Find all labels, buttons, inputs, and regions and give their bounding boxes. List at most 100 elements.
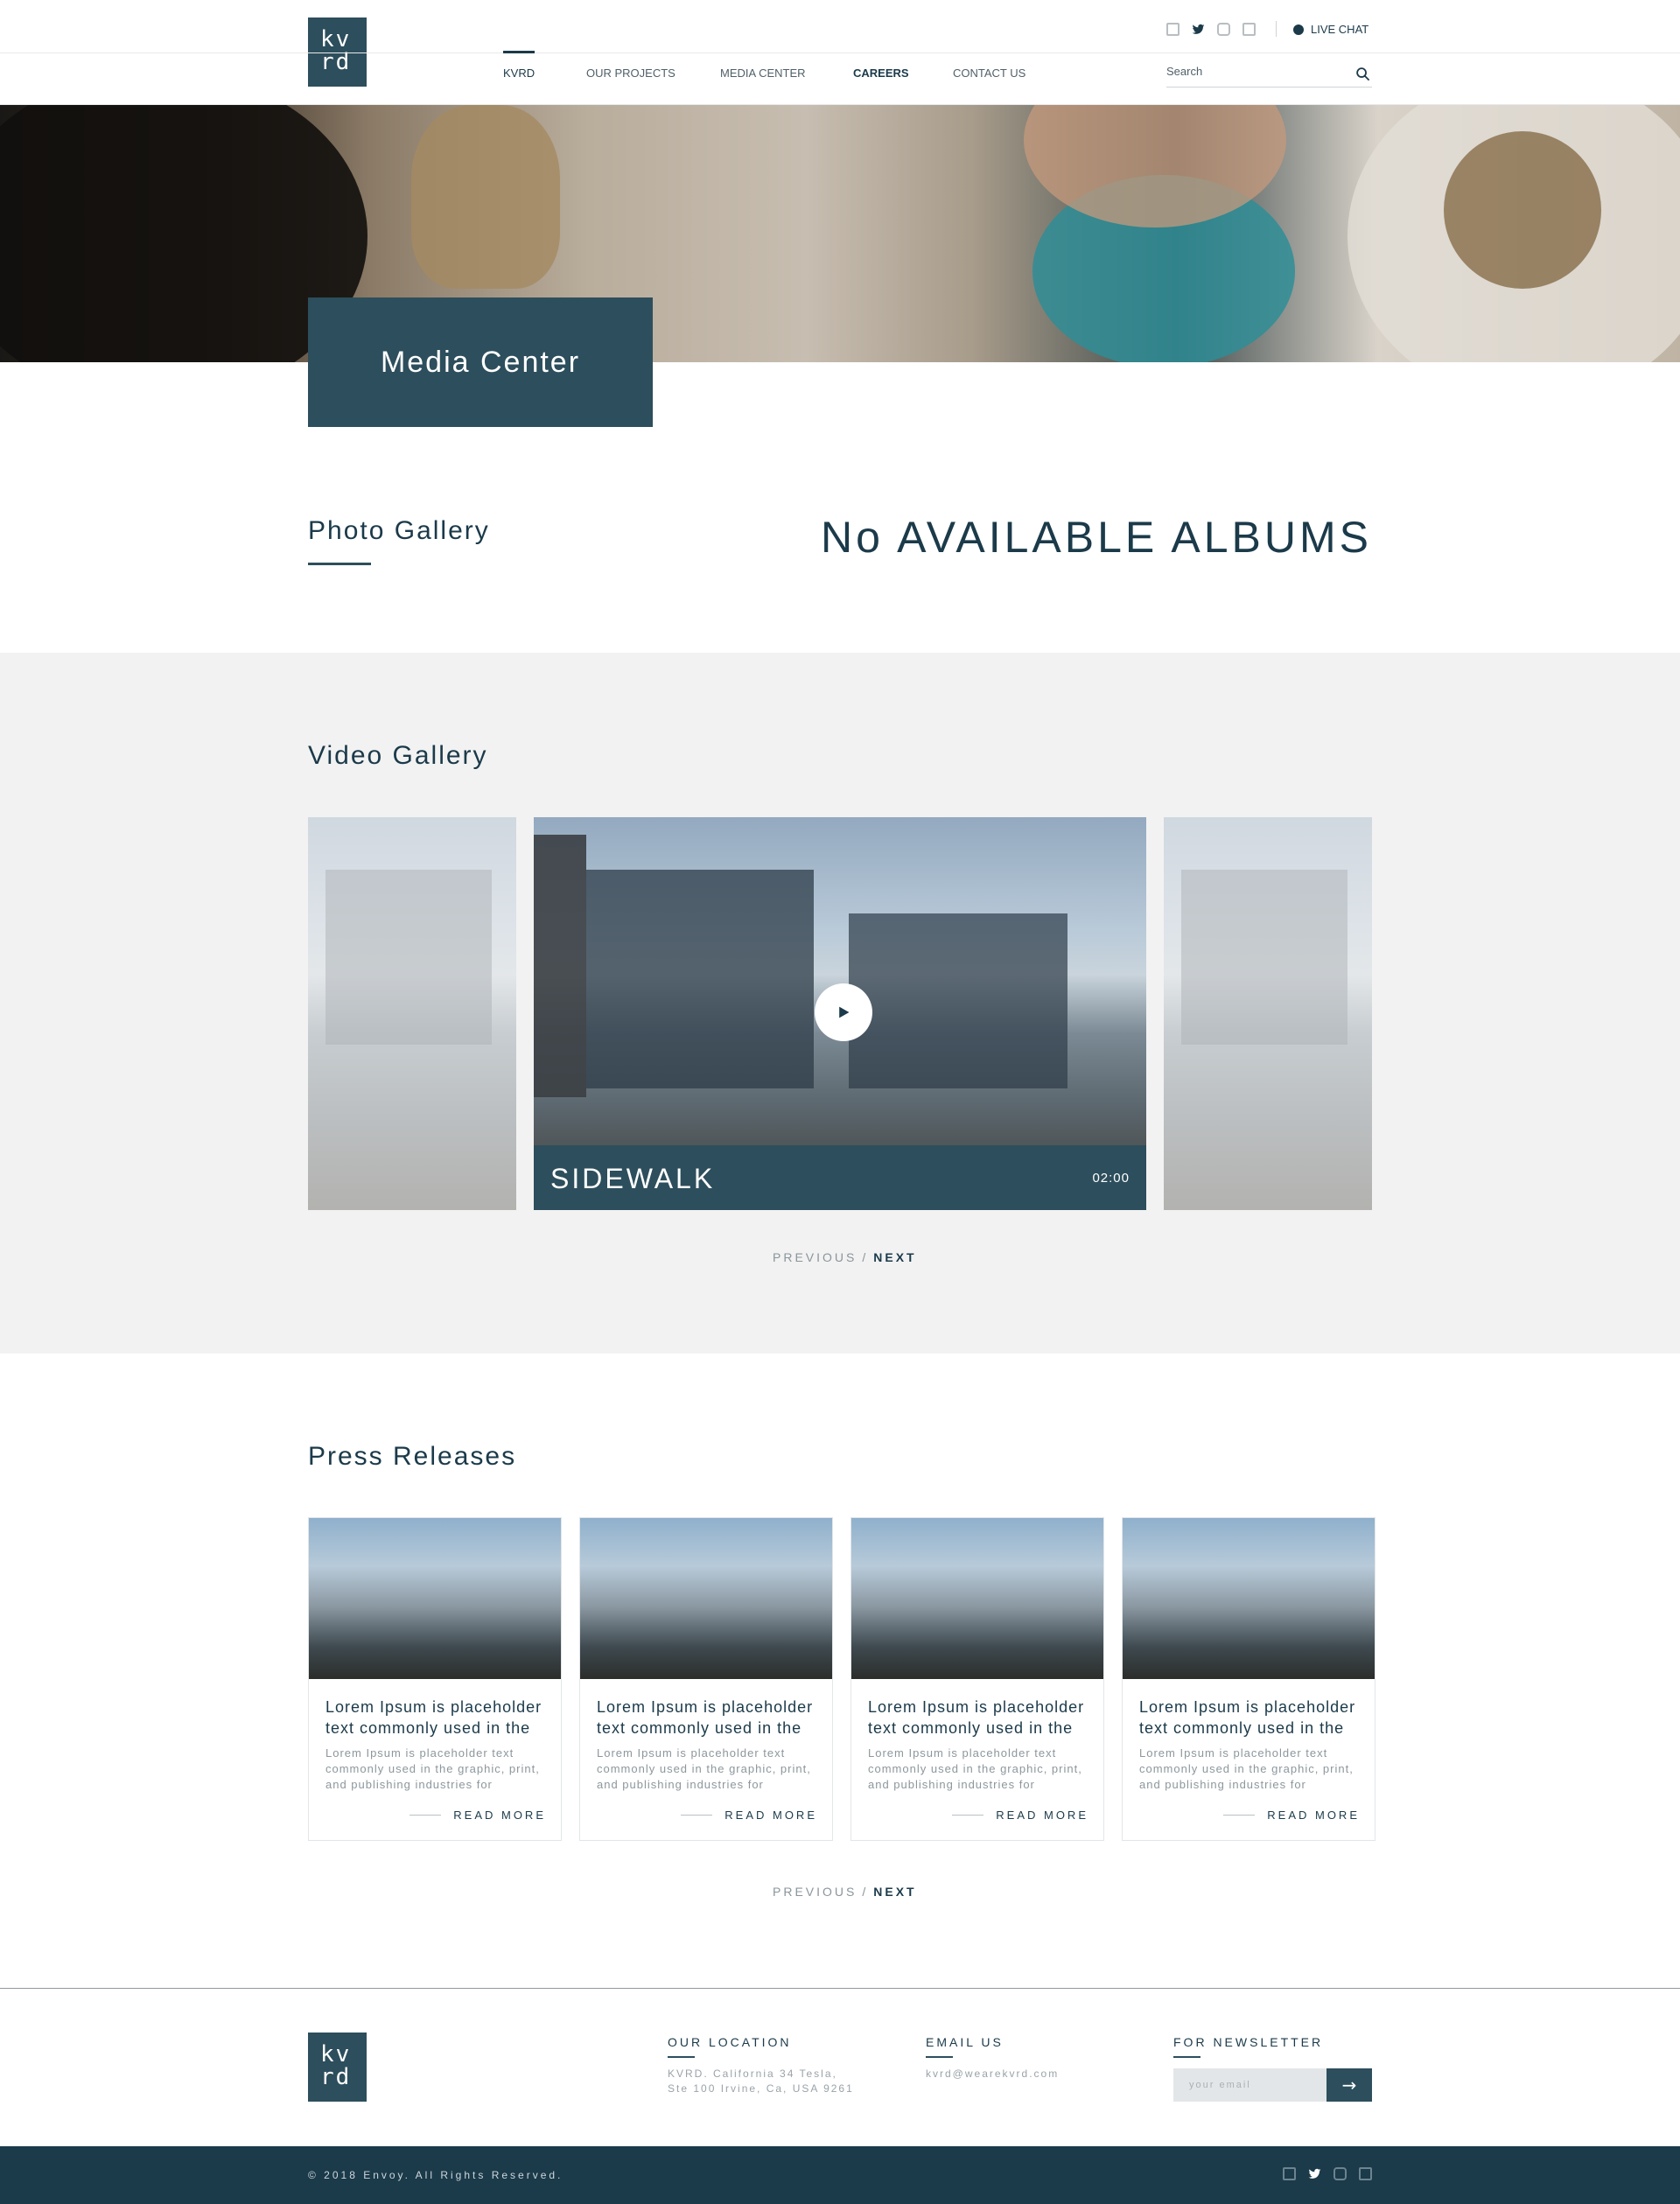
read-more-link[interactable]: READ MORE bbox=[681, 1809, 817, 1822]
press-prev-link[interactable]: PREVIOUS bbox=[773, 1885, 857, 1899]
nav-item-media-center[interactable]: MEDIA CENTER bbox=[720, 66, 806, 80]
facebook-icon[interactable] bbox=[1283, 2167, 1296, 2180]
no-albums-message: No AVAILABLE ALBUMS bbox=[821, 513, 1372, 562]
video-title: SIDEWALK bbox=[550, 1163, 716, 1194]
read-more-label: READ MORE bbox=[453, 1809, 546, 1822]
page: kv rd LIVE CHAT KVRD OUR PROJECTS MEDIA … bbox=[0, 0, 1680, 2204]
photo-gallery-underline bbox=[308, 563, 371, 565]
press-card[interactable]: Lorem Ipsum is placeholder text commonly… bbox=[1122, 1517, 1376, 1841]
nav-item-careers[interactable]: CAREERS bbox=[853, 66, 909, 80]
nav-item-kvrd[interactable]: KVRD bbox=[503, 66, 535, 80]
video-thumb-previous[interactable] bbox=[308, 817, 516, 1210]
press-card-image bbox=[851, 1518, 1103, 1679]
nav-item-our-projects[interactable]: OUR PROJECTS bbox=[586, 66, 676, 80]
search-input[interactable] bbox=[1166, 65, 1341, 78]
copyright: © 2018 Envoy. All Rights Reserved. bbox=[308, 2169, 564, 2181]
live-chat-button[interactable]: LIVE CHAT bbox=[1293, 23, 1368, 36]
newsletter-heading: FOR NEWSLETTER bbox=[1173, 2035, 1324, 2049]
live-chat-label: LIVE CHAT bbox=[1311, 23, 1369, 36]
play-icon bbox=[839, 1006, 850, 1018]
press-card-excerpt: Lorem Ipsum is placeholder text commonly… bbox=[1139, 1746, 1354, 1791]
email-underline bbox=[926, 2056, 953, 2058]
newsletter-underline bbox=[1173, 2056, 1200, 2058]
read-more-line bbox=[1223, 1815, 1256, 1816]
newsletter-email-input[interactable] bbox=[1173, 2068, 1326, 2102]
linkedin-icon[interactable] bbox=[1242, 23, 1256, 36]
pager-separator: / bbox=[862, 1250, 869, 1264]
pager-separator: / bbox=[862, 1885, 869, 1899]
read-more-line bbox=[410, 1815, 442, 1816]
footer-social bbox=[1283, 2167, 1372, 2180]
chat-icon bbox=[1293, 24, 1304, 35]
location-heading: OUR LOCATION bbox=[668, 2035, 792, 2049]
press-card-title[interactable]: Lorem Ipsum is placeholder text commonly… bbox=[597, 1697, 820, 1739]
newsletter-form: → bbox=[1173, 2068, 1372, 2102]
read-more-link[interactable]: READ MORE bbox=[952, 1809, 1088, 1822]
photo-gallery-title: Photo Gallery bbox=[308, 516, 490, 545]
press-card[interactable]: Lorem Ipsum is placeholder text commonly… bbox=[579, 1517, 833, 1841]
video-prev-link[interactable]: PREVIOUS bbox=[773, 1250, 857, 1264]
read-more-label: READ MORE bbox=[724, 1809, 817, 1822]
press-pager: PREVIOUS / NEXT bbox=[773, 1885, 917, 1899]
search-box bbox=[1166, 65, 1372, 87]
press-card-image bbox=[1123, 1518, 1375, 1679]
press-card-title[interactable]: Lorem Ipsum is placeholder text commonly… bbox=[1139, 1697, 1362, 1739]
play-button[interactable] bbox=[815, 983, 872, 1041]
footer-location: OUR LOCATION KVRD. California 34 Tesla, … bbox=[668, 2035, 854, 2096]
email-address[interactable]: kvrd@wearekvrd.com bbox=[926, 2067, 1059, 2082]
video-pager: PREVIOUS / NEXT bbox=[773, 1250, 917, 1264]
video-duration: 02:00 bbox=[1092, 1171, 1130, 1186]
read-more-label: READ MORE bbox=[1267, 1809, 1360, 1822]
read-more-label: READ MORE bbox=[996, 1809, 1088, 1822]
twitter-icon[interactable] bbox=[1308, 2167, 1321, 2180]
instagram-icon[interactable] bbox=[1334, 2167, 1347, 2180]
logo-line-1: kv bbox=[320, 2041, 352, 2068]
footer-newsletter: FOR NEWSLETTER → bbox=[1173, 2035, 1372, 2102]
header-divider bbox=[1276, 21, 1277, 37]
press-card-image bbox=[580, 1518, 832, 1679]
logo-line-1: kv bbox=[320, 26, 352, 52]
read-more-link[interactable]: READ MORE bbox=[1223, 1809, 1360, 1822]
read-more-line bbox=[952, 1815, 984, 1816]
email-heading: EMAIL US bbox=[926, 2035, 1004, 2049]
press-next-link[interactable]: NEXT bbox=[873, 1885, 916, 1899]
read-more-link[interactable]: READ MORE bbox=[410, 1809, 546, 1822]
logo-line-2: rd bbox=[320, 2064, 352, 2090]
address-line-2: Ste 100 Irvine, Ca, USA 9261 bbox=[668, 2082, 854, 2095]
video-caption: SIDEWALK 02:00 bbox=[534, 1145, 1146, 1210]
hero-title: Media Center bbox=[308, 297, 653, 427]
footer-email: EMAIL US kvrd@wearekvrd.com bbox=[926, 2035, 1059, 2082]
nav-item-contact-us[interactable]: CONTACT US bbox=[953, 66, 1026, 80]
address-line-1: KVRD. California 34 Tesla, bbox=[668, 2068, 837, 2080]
press-releases-title: Press Releases bbox=[308, 1442, 517, 1471]
footer-divider bbox=[0, 1988, 1680, 1989]
search-icon[interactable] bbox=[1355, 66, 1370, 81]
press-card-excerpt: Lorem Ipsum is placeholder text commonly… bbox=[326, 1746, 540, 1791]
twitter-icon[interactable] bbox=[1192, 23, 1205, 36]
footer-logo[interactable]: kv rd bbox=[308, 2033, 367, 2102]
newsletter-submit-button[interactable]: → bbox=[1326, 2068, 1372, 2102]
instagram-icon[interactable] bbox=[1217, 23, 1230, 36]
footer-bottom-bar: © 2018 Envoy. All Rights Reserved. bbox=[0, 2146, 1680, 2204]
press-card-excerpt: Lorem Ipsum is placeholder text commonly… bbox=[868, 1746, 1082, 1791]
header-social bbox=[1166, 23, 1256, 36]
hero-image bbox=[0, 105, 1680, 362]
press-card-image bbox=[309, 1518, 561, 1679]
nav-active-indicator bbox=[503, 51, 535, 53]
video-card-featured[interactable]: SIDEWALK 02:00 bbox=[534, 817, 1146, 1210]
location-address: KVRD. California 34 Tesla, Ste 100 Irvin… bbox=[668, 2067, 854, 2096]
press-card[interactable]: Lorem Ipsum is placeholder text commonly… bbox=[850, 1517, 1104, 1841]
location-underline bbox=[668, 2056, 695, 2058]
press-card-title[interactable]: Lorem Ipsum is placeholder text commonly… bbox=[326, 1697, 549, 1739]
read-more-line bbox=[681, 1815, 713, 1816]
video-thumb-next[interactable] bbox=[1164, 817, 1372, 1210]
press-card[interactable]: Lorem Ipsum is placeholder text commonly… bbox=[308, 1517, 562, 1841]
logo-line-2: rd bbox=[320, 49, 352, 75]
press-card-excerpt: Lorem Ipsum is placeholder text commonly… bbox=[597, 1746, 811, 1791]
video-next-link[interactable]: NEXT bbox=[873, 1250, 916, 1264]
linkedin-icon[interactable] bbox=[1359, 2167, 1372, 2180]
video-gallery-title: Video Gallery bbox=[308, 741, 488, 770]
header-top-divider bbox=[0, 52, 1680, 53]
facebook-icon[interactable] bbox=[1166, 23, 1180, 36]
press-card-title[interactable]: Lorem Ipsum is placeholder text commonly… bbox=[868, 1697, 1091, 1739]
